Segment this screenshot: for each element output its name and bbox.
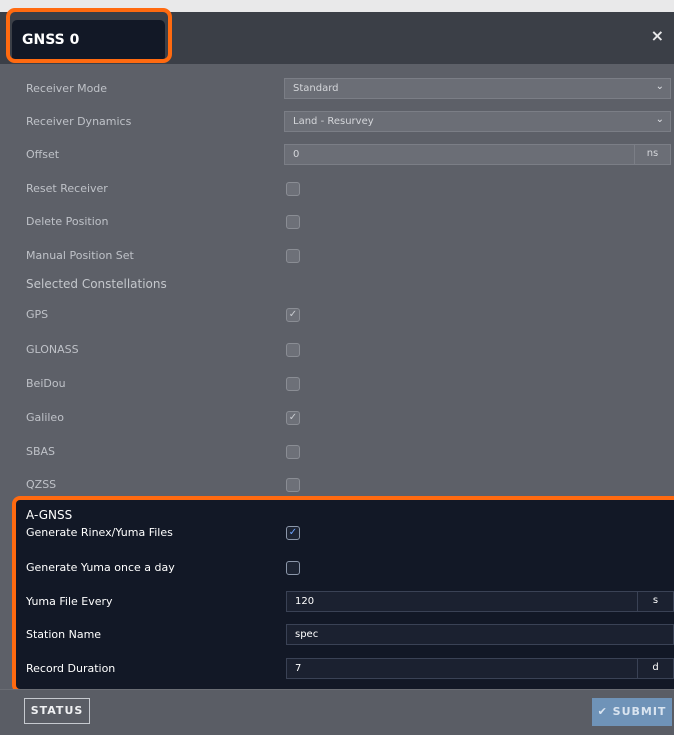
offset-row: Offset 0 ns xyxy=(0,138,674,172)
generate-rinex-label: Generate Rinex/Yuma Files xyxy=(26,526,173,539)
offset-label: Offset xyxy=(26,148,60,161)
generate-rinex-row: Generate Rinex/Yuma Files ✓ xyxy=(16,516,674,550)
receiver-mode-label: Receiver Mode xyxy=(26,82,108,95)
generate-rinex-checkbox[interactable]: ✓ xyxy=(286,526,300,540)
beidou-checkbox[interactable] xyxy=(286,377,300,391)
status-button[interactable]: STATUS xyxy=(24,698,90,724)
qzss-checkbox[interactable] xyxy=(286,478,300,492)
offset-input[interactable]: 0 ns xyxy=(284,144,671,165)
submit-button[interactable]: ✔ SUBMIT xyxy=(592,698,672,726)
glonass-label: GLONASS xyxy=(26,343,79,356)
close-icon[interactable]: × xyxy=(651,26,664,45)
galileo-label: Galileo xyxy=(26,411,64,424)
receiver-dynamics-row: Receiver Dynamics Land - Resurvey ⌄ xyxy=(0,105,674,139)
receiver-dynamics-select[interactable]: Land - Resurvey ⌄ xyxy=(284,111,671,132)
sbas-row: SBAS xyxy=(0,435,674,469)
constellations-heading: Selected Constellations xyxy=(26,277,167,291)
manual-position-label: Manual Position Set xyxy=(26,249,134,262)
record-duration-value: 7 xyxy=(295,663,302,674)
chevron-down-icon: ⌄ xyxy=(655,81,664,92)
check-icon: ✔ xyxy=(597,705,608,718)
record-duration-unit: d xyxy=(637,658,673,679)
record-duration-row: Record Duration 7 d xyxy=(16,652,674,686)
title-highlight xyxy=(6,8,172,63)
manual-position-checkbox[interactable] xyxy=(286,249,300,263)
glonass-row: GLONASS xyxy=(0,333,674,367)
gps-label: GPS xyxy=(26,308,49,321)
receiver-dynamics-value: Land - Resurvey xyxy=(293,116,374,127)
station-name-label: Station Name xyxy=(26,628,102,641)
record-duration-input[interactable]: 7 d xyxy=(286,658,674,679)
receiver-mode-value: Standard xyxy=(293,83,339,94)
receiver-dynamics-label: Receiver Dynamics xyxy=(26,115,132,128)
yuma-every-input[interactable]: 120 s xyxy=(286,591,674,612)
beidou-row: BeiDou xyxy=(0,367,674,401)
delete-position-label: Delete Position xyxy=(26,215,109,228)
offset-unit: ns xyxy=(634,144,670,165)
glonass-checkbox[interactable] xyxy=(286,343,300,357)
reset-receiver-label: Reset Receiver xyxy=(26,182,108,195)
yuma-every-value: 120 xyxy=(295,596,315,607)
yuma-every-row: Yuma File Every 120 s xyxy=(16,585,674,619)
galileo-checkbox[interactable]: ✓ xyxy=(286,411,300,425)
receiver-mode-row: Receiver Mode Standard ⌄ xyxy=(0,72,674,106)
generate-yuma-checkbox[interactable] xyxy=(286,561,300,575)
beidou-label: BeiDou xyxy=(26,377,66,390)
record-duration-label: Record Duration xyxy=(26,662,116,675)
sbas-label: SBAS xyxy=(26,445,56,458)
yuma-every-unit: s xyxy=(637,591,673,612)
reset-receiver-row: Reset Receiver xyxy=(0,172,674,206)
submit-label: SUBMIT xyxy=(612,705,667,718)
gps-row: GPS ✓ xyxy=(0,298,674,332)
gnss-dialog: GNSS 0 × Receiver Mode Standard ⌄ Receiv… xyxy=(0,12,674,735)
delete-position-checkbox[interactable] xyxy=(286,215,300,229)
station-name-input[interactable]: spec xyxy=(286,624,674,645)
agnss-panel: A-GNSS Generate Rinex/Yuma Files ✓ Gener… xyxy=(12,496,674,693)
generate-yuma-row: Generate Yuma once a day xyxy=(16,551,674,585)
delete-position-row: Delete Position xyxy=(0,205,674,239)
manual-position-row: Manual Position Set xyxy=(0,239,674,273)
receiver-mode-select[interactable]: Standard ⌄ xyxy=(284,78,671,99)
dialog-footer: STATUS ✔ SUBMIT xyxy=(0,689,674,735)
gps-checkbox[interactable]: ✓ xyxy=(286,308,300,322)
station-name-row: Station Name spec xyxy=(16,618,674,652)
reset-receiver-checkbox[interactable] xyxy=(286,182,300,196)
station-name-value: spec xyxy=(295,629,319,640)
sbas-checkbox[interactable] xyxy=(286,445,300,459)
yuma-every-label: Yuma File Every xyxy=(26,595,113,608)
offset-value: 0 xyxy=(293,149,300,160)
generate-yuma-label: Generate Yuma once a day xyxy=(26,561,175,574)
chevron-down-icon: ⌄ xyxy=(655,114,664,125)
galileo-row: Galileo ✓ xyxy=(0,401,674,435)
qzss-label: QZSS xyxy=(26,478,57,491)
